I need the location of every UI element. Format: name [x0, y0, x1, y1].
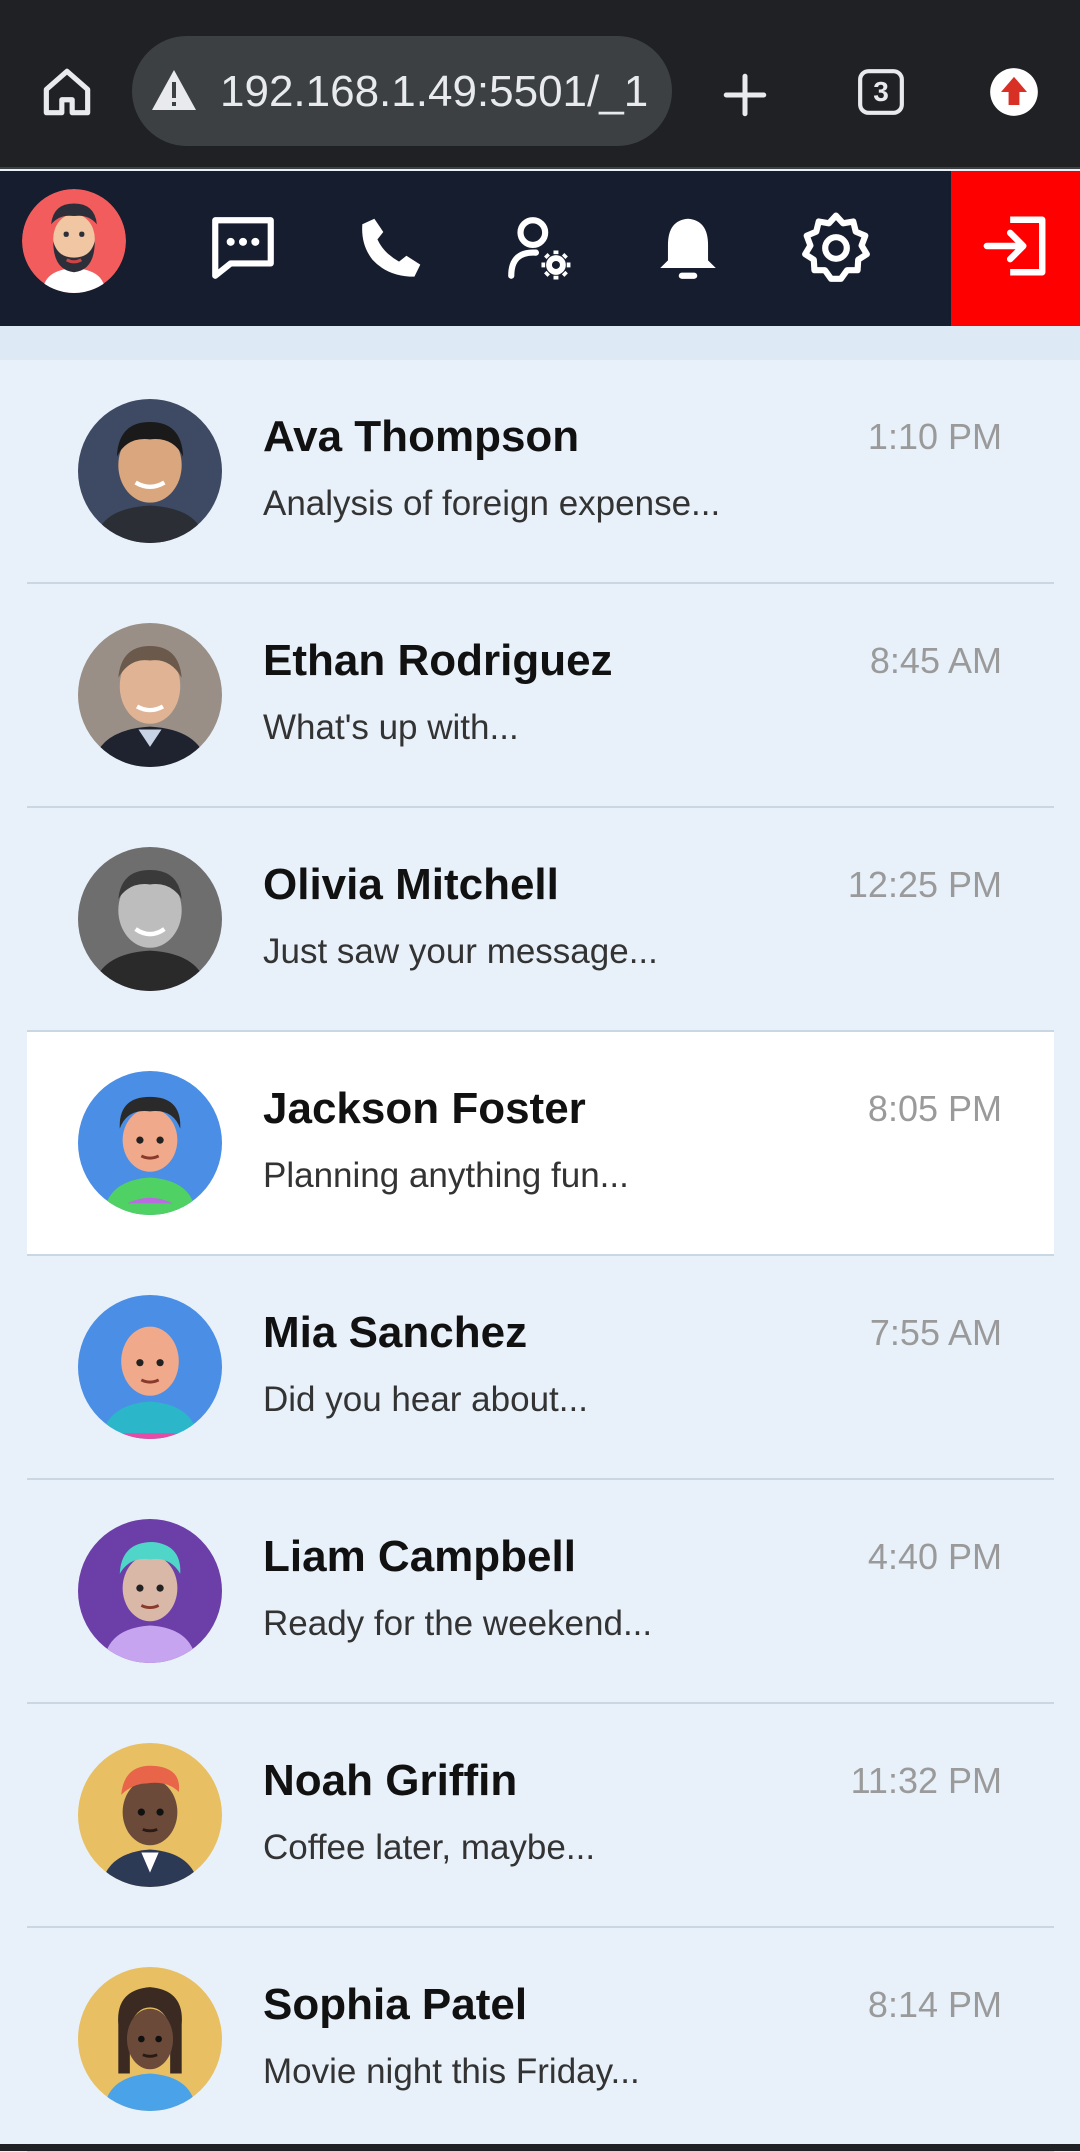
- phone-icon[interactable]: [354, 211, 428, 285]
- app-nav-bar: [0, 171, 1080, 326]
- avatar: [78, 847, 222, 991]
- contact-name: Ethan Rodriguez: [263, 636, 613, 685]
- message-time: 12:25 PM: [847, 864, 1002, 905]
- avatar: [78, 1295, 222, 1439]
- chat-item[interactable]: Noah Griffin 11:32 PM Coffee later, mayb…: [27, 1704, 1054, 1928]
- message-time: 11:32 PM: [850, 1760, 1002, 1801]
- url-text[interactable]: 192.168.1.49:5501/_1: [220, 62, 655, 122]
- avatar: [78, 623, 222, 767]
- chat-item[interactable]: Olivia Mitchell 12:25 PM Just saw your m…: [27, 808, 1054, 1032]
- message-preview: Planning anything fun...: [263, 1156, 629, 1195]
- message-preview: Coffee later, maybe...: [263, 1828, 596, 1867]
- list-top-padding: [0, 326, 1080, 360]
- chat-item[interactable]: Ava Thompson 1:10 PM Analysis of foreign…: [27, 360, 1054, 584]
- message-preview: Analysis of foreign expense...: [263, 484, 721, 523]
- chat-icon[interactable]: [206, 211, 280, 285]
- warning-icon[interactable]: [150, 68, 198, 112]
- bottom-edge: [0, 2144, 1080, 2151]
- browser-toolbar: 192.168.1.49:5501/_1 3: [0, 0, 1080, 169]
- chat-item-selected[interactable]: Jackson Foster 8:05 PM Planning anything…: [27, 1032, 1054, 1256]
- toolbar-divider: [0, 167, 1080, 169]
- message-time: 7:55 AM: [869, 1312, 1002, 1353]
- message-time: 8:05 PM: [867, 1088, 1002, 1129]
- bell-icon[interactable]: [651, 211, 725, 285]
- chat-item[interactable]: Mia Sanchez 7:55 AM Did you hear about..…: [27, 1256, 1054, 1480]
- message-preview: Ready for the weekend...: [263, 1604, 653, 1643]
- logout-button[interactable]: [951, 171, 1080, 326]
- message-time: 4:40 PM: [867, 1536, 1002, 1577]
- message-preview: What's up with...: [263, 708, 519, 747]
- avatar: [78, 1743, 222, 1887]
- contact-name: Sophia Patel: [263, 1980, 528, 2029]
- avatar: [78, 399, 222, 543]
- message-preview: Did you hear about...: [263, 1380, 588, 1419]
- chat-item[interactable]: Sophia Patel 8:14 PM Movie night this Fr…: [27, 1928, 1054, 2152]
- chat-item[interactable]: Ethan Rodriguez 8:45 AM What's up with..…: [27, 584, 1054, 808]
- contact-name: Liam Campbell: [263, 1532, 576, 1581]
- contact-name: Mia Sanchez: [263, 1308, 528, 1357]
- message-preview: Just saw your message...: [263, 932, 658, 971]
- tab-count: 3: [873, 76, 889, 107]
- contact-name: Noah Griffin: [263, 1756, 518, 1805]
- message-time: 1:10 PM: [867, 416, 1002, 457]
- avatar: [78, 1519, 222, 1663]
- update-icon[interactable]: [988, 66, 1040, 118]
- contact-name: Jackson Foster: [263, 1084, 586, 1133]
- chat-item[interactable]: Liam Campbell 4:40 PM Ready for the week…: [27, 1480, 1054, 1704]
- logout-icon: [983, 216, 1046, 276]
- user-settings-icon[interactable]: [502, 211, 576, 285]
- gear-icon[interactable]: [799, 211, 873, 285]
- contact-name: Ava Thompson: [263, 412, 580, 461]
- contact-name: Olivia Mitchell: [263, 860, 559, 909]
- profile-avatar[interactable]: [22, 189, 126, 293]
- message-preview: Movie night this Friday...: [263, 2052, 640, 2091]
- chat-list: Ava Thompson 1:10 PM Analysis of foreign…: [27, 360, 1054, 2152]
- avatar: [78, 1071, 222, 1215]
- message-time: 8:45 AM: [869, 640, 1002, 681]
- tab-switcher-button[interactable]: 3: [856, 67, 906, 117]
- avatar: [78, 1967, 222, 2111]
- home-icon[interactable]: [36, 61, 98, 123]
- message-time: 8:14 PM: [867, 1984, 1002, 2025]
- new-tab-icon[interactable]: [720, 70, 770, 120]
